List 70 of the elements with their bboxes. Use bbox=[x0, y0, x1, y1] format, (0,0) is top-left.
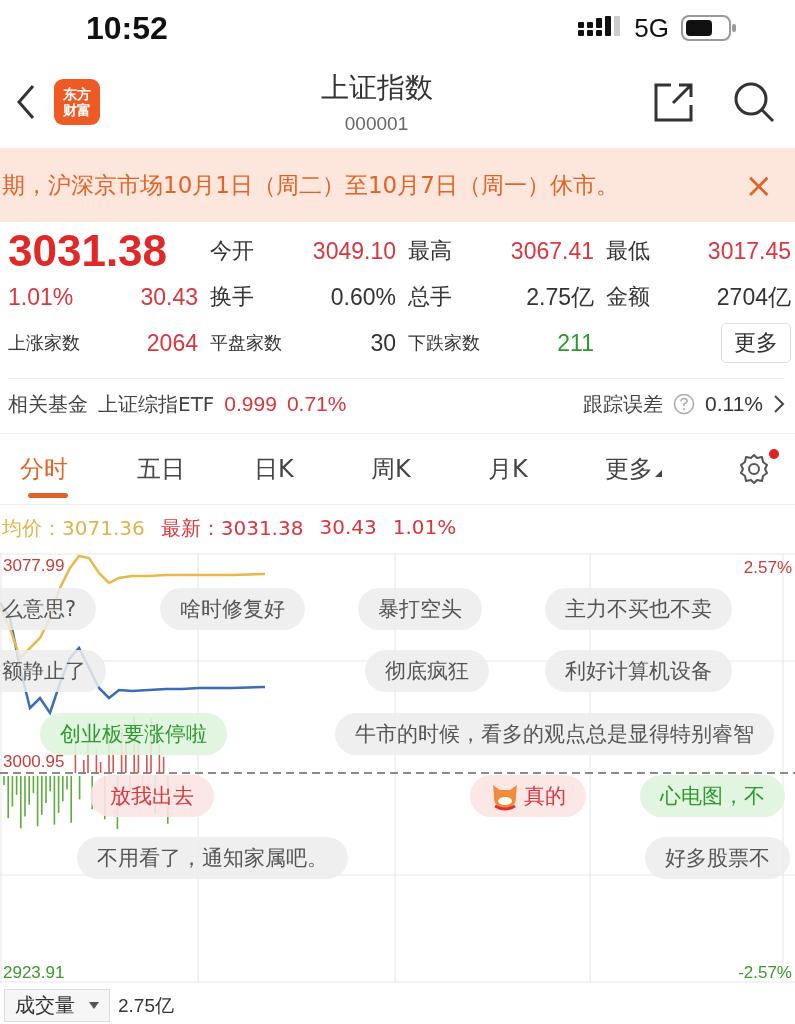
comment-bubble: 主力不买也不卖 bbox=[545, 588, 732, 630]
comment-bubble: 心电图，不 bbox=[640, 775, 785, 817]
stat-value: 3049.10 bbox=[312, 237, 396, 265]
chart-tab[interactable]: 周K bbox=[371, 434, 488, 504]
legend-change: 30.43 bbox=[319, 515, 377, 539]
stat-label: 上涨家数 bbox=[8, 331, 80, 355]
more-button[interactable]: 更多 bbox=[721, 323, 791, 363]
stat-label: 金额 bbox=[606, 283, 650, 311]
comment-bubble: 利好计算机设备 bbox=[545, 650, 732, 692]
tracking-error-label: 跟踪误差 bbox=[583, 390, 663, 418]
comment-bubble: 彻底疯狂 bbox=[365, 650, 489, 692]
stat-value: 211 bbox=[557, 329, 594, 357]
fund-name[interactable]: 上证综指ETF bbox=[98, 390, 215, 418]
stat-label: 最高 bbox=[408, 237, 452, 265]
fund-price: 0.999 bbox=[224, 392, 277, 416]
status-time: 10:52 bbox=[86, 9, 168, 47]
comment-bubble: 放我出去 bbox=[90, 775, 214, 817]
comment-bubble: 好多股票不 bbox=[645, 837, 790, 879]
chart-tab[interactable]: 五日 bbox=[137, 434, 254, 504]
back-icon[interactable] bbox=[16, 84, 36, 120]
current-price: 3031.38 bbox=[8, 226, 169, 276]
comment-bubble: 么意思? bbox=[0, 588, 97, 630]
volume-value: 2.75亿 bbox=[118, 993, 174, 1018]
axis-label: -2.57% bbox=[738, 963, 792, 982]
legend-percent: 1.01% bbox=[392, 515, 457, 539]
search-icon[interactable] bbox=[733, 81, 775, 123]
battery-icon bbox=[681, 15, 737, 41]
settings-icon[interactable] bbox=[737, 452, 771, 486]
comment-bubble: 暴打空头 bbox=[358, 588, 482, 630]
stat-label: 最低 bbox=[606, 237, 650, 265]
stat-value: 0.60% bbox=[330, 283, 396, 311]
axis-label: 2923.91 bbox=[3, 963, 65, 982]
stat-label: 换手 bbox=[210, 283, 254, 311]
indicator-dropdown[interactable]: 成交量 bbox=[4, 989, 110, 1022]
app-logo: 东方 财富 bbox=[54, 79, 100, 125]
share-icon[interactable] bbox=[653, 81, 695, 123]
chart-tab[interactable]: 更多 bbox=[605, 434, 722, 504]
stat-value: 3017.45 bbox=[707, 237, 791, 265]
stat-value: 2064 bbox=[146, 329, 198, 357]
latest-price-legend: 最新：3031.38 bbox=[160, 515, 304, 539]
network-label: 5G bbox=[634, 12, 669, 44]
stat-label: 下跌家数 bbox=[408, 331, 480, 355]
stat-value: 3067.41 bbox=[510, 237, 594, 265]
stock-code: 000001 bbox=[344, 113, 409, 135]
stat-value: 2.75亿 bbox=[526, 282, 594, 312]
axis-label: 2.57% bbox=[743, 558, 792, 577]
stat-label: 总手 bbox=[408, 283, 452, 311]
comment-bubble: 牛市的时候，看多的观点总是显得特别睿智 bbox=[335, 713, 774, 755]
comment-bubble: 创业板要涨停啦 bbox=[40, 713, 227, 755]
chart-tab[interactable]: 日K bbox=[254, 434, 371, 504]
change-percent: 1.01% bbox=[8, 283, 74, 311]
stat-label: 平盘家数 bbox=[210, 331, 282, 355]
average-price-legend: 均价：3071.36 bbox=[2, 515, 145, 539]
chart-tab[interactable]: 月K bbox=[488, 434, 605, 504]
comment-bubble: 额静止了 bbox=[0, 650, 106, 692]
change-value: 30.43 bbox=[140, 283, 198, 311]
axis-label: 3077.99 bbox=[3, 556, 65, 575]
stat-value: 30 bbox=[370, 329, 396, 357]
page-title: 上证指数 bbox=[320, 70, 433, 106]
notice-text: 期，沪深京市场10月1日（周二）至10月7日（周一）休市。 bbox=[2, 170, 619, 200]
stat-label: 今开 bbox=[210, 237, 254, 265]
fund-percent: 0.71% bbox=[286, 392, 347, 416]
chevron-right-icon[interactable] bbox=[773, 394, 785, 414]
tracking-error-value: 0.11% bbox=[705, 392, 763, 416]
comment-bubble: 不用看了，通知家属吧。 bbox=[77, 837, 348, 879]
fund-label: 相关基金 bbox=[8, 390, 88, 418]
comment-bubble: 啥时修复好 bbox=[160, 588, 305, 630]
stat-value: 2704亿 bbox=[716, 282, 791, 312]
comment-bubble: 真的 bbox=[470, 775, 586, 817]
axis-label: 3000.95 bbox=[3, 752, 65, 771]
